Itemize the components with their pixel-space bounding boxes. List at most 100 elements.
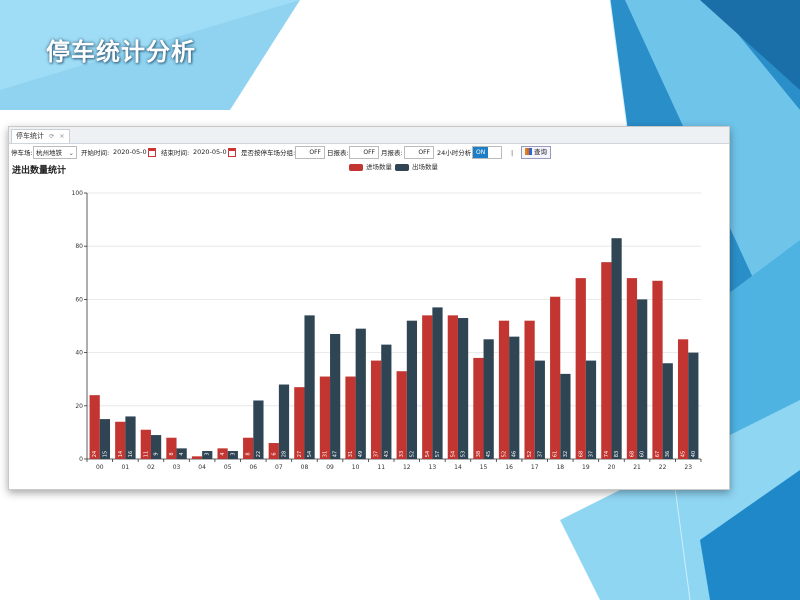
data-label: 49: [358, 451, 364, 457]
data-label: 1: [195, 452, 201, 455]
data-label: 54: [307, 451, 313, 457]
bar-in: [345, 376, 356, 459]
x-tick-label: 01: [122, 464, 130, 471]
data-label: 60: [640, 451, 646, 457]
data-label: 32: [563, 451, 569, 457]
data-label: 36: [665, 451, 671, 457]
bar-out: [611, 238, 622, 459]
x-tick-label: 04: [198, 464, 206, 471]
bar-out: [585, 360, 597, 459]
x-tick-label: 00: [96, 464, 104, 471]
x-tick-label: 21: [633, 464, 641, 471]
data-label: 38: [476, 451, 482, 457]
data-label: 4: [179, 452, 185, 455]
bar-in: [89, 395, 100, 459]
bar-in: [319, 376, 331, 459]
data-label: 67: [655, 451, 661, 457]
bar-in: [447, 315, 458, 459]
x-tick-label: 10: [352, 464, 360, 471]
bar-in: [575, 278, 586, 459]
data-label: 54: [425, 451, 431, 457]
x-tick-label: 14: [454, 464, 462, 471]
data-label: 22: [256, 451, 262, 457]
bar-in: [396, 371, 407, 459]
bar-in: [422, 315, 433, 459]
y-tick-label: 60: [75, 296, 83, 303]
bar-out: [688, 352, 699, 459]
data-label: 16: [128, 451, 134, 457]
bar-chart: 0204060801000024 150114 160211 9038 4041 3054…: [72, 190, 702, 471]
x-tick-label: 02: [147, 464, 155, 471]
bar-in: [601, 262, 612, 459]
bar-in: [677, 339, 689, 459]
data-label: 54: [450, 451, 456, 457]
data-label: 43: [384, 451, 390, 457]
data-label: 31: [322, 451, 328, 457]
x-tick-label: 12: [403, 464, 411, 471]
data-label: 47: [333, 451, 339, 457]
bar-in: [498, 320, 510, 459]
data-label: 14: [118, 451, 124, 457]
bar-out: [278, 384, 290, 459]
bar-out: [509, 336, 520, 459]
bar-in: [191, 456, 203, 459]
x-tick-label: 22: [659, 464, 667, 471]
bar-out: [483, 339, 494, 459]
bar-in: [294, 387, 305, 459]
y-tick-label: 40: [75, 350, 83, 357]
data-label: 68: [629, 451, 635, 457]
data-label: 61: [553, 451, 559, 457]
data-label: 53: [461, 451, 467, 457]
x-tick-label: 09: [326, 464, 334, 471]
y-tick-label: 80: [75, 243, 83, 250]
data-label: 40: [691, 451, 697, 457]
data-label: 52: [502, 451, 508, 457]
data-label: 24: [92, 451, 98, 457]
bar-out: [253, 400, 264, 459]
x-tick-label: 13: [429, 464, 437, 471]
data-label: 33: [399, 451, 405, 457]
x-tick-label: 11: [377, 464, 385, 471]
data-label: 3: [205, 452, 211, 455]
bar-out: [330, 333, 341, 459]
bar-out: [662, 363, 673, 459]
bar-in: [550, 296, 561, 459]
data-label: 46: [512, 451, 518, 457]
bar-in: [524, 320, 535, 459]
bar-in: [473, 357, 484, 459]
bar-out: [637, 299, 648, 459]
slide-title: 停车统计分析: [46, 38, 196, 66]
data-label: 11: [143, 451, 149, 457]
data-label: 45: [486, 451, 492, 457]
data-label: 9: [154, 452, 160, 455]
x-tick-label: 08: [301, 464, 309, 471]
x-tick-label: 16: [505, 464, 513, 471]
bar-out: [355, 328, 366, 459]
bar-out: [534, 360, 545, 459]
bar-out: [432, 307, 443, 459]
data-label: 52: [409, 451, 415, 457]
y-tick-label: 0: [79, 456, 83, 463]
bar-out: [381, 344, 392, 459]
data-label: 27: [297, 451, 303, 457]
data-label: 3: [230, 452, 236, 455]
bar-in: [370, 360, 382, 459]
data-label: 8: [169, 452, 175, 455]
data-label: 37: [374, 451, 380, 457]
data-label: 28: [281, 451, 287, 457]
data-label: 52: [527, 451, 533, 457]
bar-in: [626, 278, 638, 459]
data-label: 4: [220, 452, 226, 455]
data-label: 83: [614, 451, 620, 457]
data-label: 74: [604, 451, 610, 457]
bar-out: [304, 315, 315, 459]
x-tick-label: 23: [684, 464, 692, 471]
x-tick-label: 05: [224, 464, 232, 471]
bar-in: [268, 443, 279, 459]
data-label: 45: [681, 451, 687, 457]
report-window: 停车统计 ⟳ × 停车场: 杭州地铁 ⌄ 开始时间: 2020-05-01 结束…: [8, 126, 730, 490]
y-tick-label: 100: [72, 190, 84, 197]
x-tick-label: 15: [480, 464, 488, 471]
x-tick-label: 03: [173, 464, 181, 471]
bar-out: [457, 318, 469, 459]
